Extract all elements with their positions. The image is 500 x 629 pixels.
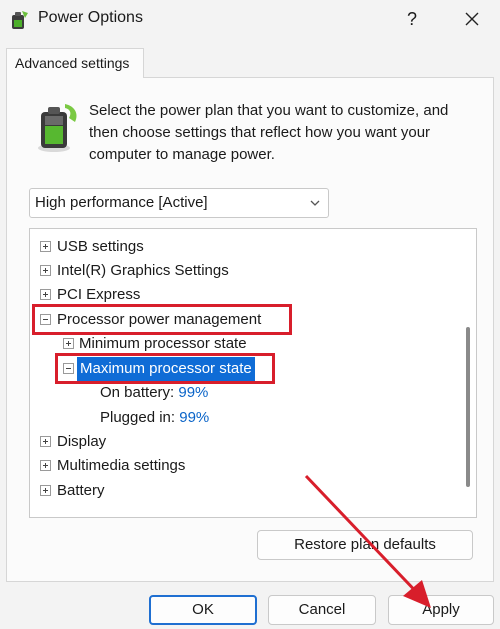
- expand-plus-icon[interactable]: [40, 485, 51, 496]
- setting-label: On battery:: [100, 384, 175, 401]
- ok-button[interactable]: OK: [149, 595, 257, 625]
- title-bar: Power Options ?: [0, 0, 500, 40]
- chevron-down-icon: [310, 200, 320, 206]
- expand-plus-icon[interactable]: [40, 460, 51, 471]
- power-plan-dropdown[interactable]: High performance [Active]: [29, 188, 329, 218]
- tree-item-label: Display: [57, 433, 107, 450]
- expand-plus-icon[interactable]: [63, 338, 74, 349]
- power-plan-value: High performance [Active]: [35, 194, 208, 211]
- setting-on-battery[interactable]: On battery: 99%: [100, 381, 208, 405]
- window-title: Power Options: [38, 9, 143, 26]
- tree-item-label-selected: Maximum processor state: [77, 357, 255, 381]
- tree-item-label: Battery: [57, 482, 105, 499]
- setting-label: Plugged in:: [100, 409, 176, 426]
- collapse-minus-icon[interactable]: [40, 314, 51, 325]
- tree-item-label: USB settings: [57, 238, 144, 255]
- expand-plus-icon[interactable]: [40, 289, 51, 300]
- tree-item-label: Multimedia settings: [57, 457, 186, 474]
- on-battery-value[interactable]: 99%: [178, 384, 208, 401]
- settings-tree[interactable]: USB settings Intel(R) Graphics Settings …: [29, 228, 477, 518]
- scroll-thumb[interactable]: [466, 327, 470, 487]
- tree-item-label: Minimum processor state: [79, 335, 247, 352]
- expand-plus-icon[interactable]: [40, 436, 51, 447]
- plugged-in-value[interactable]: 99%: [179, 409, 209, 426]
- close-icon: [465, 12, 479, 26]
- tab-advanced-settings[interactable]: Advanced settings: [6, 48, 144, 78]
- tree-item-label: PCI Express: [57, 286, 141, 303]
- help-button[interactable]: ?: [396, 4, 428, 34]
- expand-plus-icon[interactable]: [40, 265, 51, 276]
- tree-item-label: Processor power management: [57, 311, 262, 328]
- tree-scrollbar[interactable]: [462, 231, 474, 515]
- advanced-settings-panel: Select the power plan that you want to c…: [6, 77, 494, 582]
- restore-plan-defaults-button[interactable]: Restore plan defaults: [257, 530, 473, 560]
- intro-text: Select the power plan that you want to c…: [89, 102, 449, 163]
- close-button[interactable]: [456, 4, 488, 34]
- cancel-button[interactable]: Cancel: [268, 595, 376, 625]
- power-options-icon: [12, 11, 28, 29]
- expand-plus-icon[interactable]: [40, 241, 51, 252]
- tree-item-label: Intel(R) Graphics Settings: [57, 262, 229, 279]
- battery-power-icon: [38, 104, 77, 152]
- apply-button[interactable]: Apply: [388, 595, 494, 625]
- collapse-minus-icon[interactable]: [63, 363, 74, 374]
- setting-plugged-in[interactable]: Plugged in: 99%: [100, 406, 209, 430]
